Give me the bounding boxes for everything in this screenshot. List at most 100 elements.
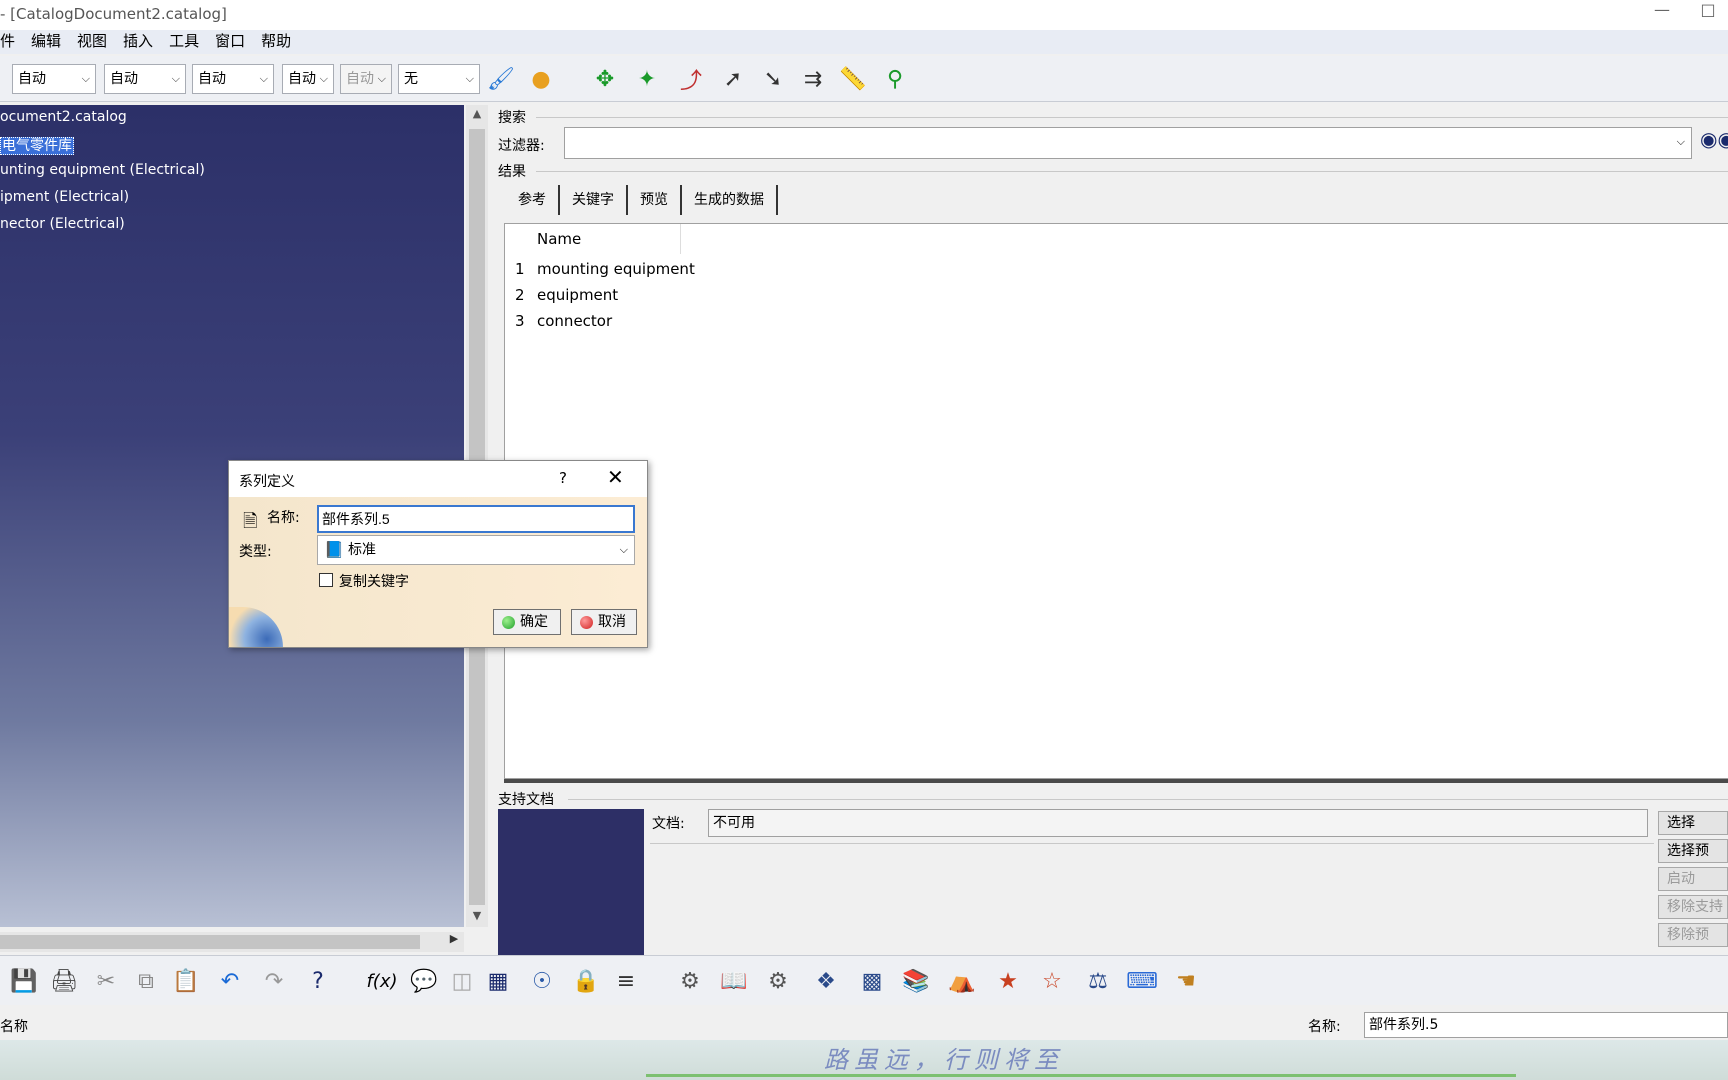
column-header-name[interactable]: Name xyxy=(527,224,681,254)
menu-insert[interactable]: 插入 xyxy=(115,30,161,54)
catalog-icon[interactable]: 📖 xyxy=(716,964,752,998)
row-number: 2 xyxy=(515,286,525,304)
paint-brush-icon[interactable]: 🖌 xyxy=(484,62,518,96)
scroll-up-icon[interactable]: ▲ xyxy=(466,107,488,127)
point-icon[interactable]: ➚ xyxy=(716,62,750,96)
redo-icon[interactable]: ↷ xyxy=(256,964,292,998)
status-name-label: 名称: xyxy=(1308,1019,1341,1035)
pan-icon[interactable]: ✥ xyxy=(588,62,622,96)
transparency-select[interactable]: 自动 ⌵ xyxy=(104,64,186,94)
distance-icon[interactable]: ⇉ xyxy=(796,62,830,96)
row-number: 1 xyxy=(515,260,525,278)
tab-reference[interactable]: 参考 xyxy=(506,185,560,215)
tree-item-electrical-library[interactable]: 电气零件库 xyxy=(0,135,74,155)
scroll-thumb[interactable] xyxy=(0,935,420,949)
whats-this-icon[interactable]: ? xyxy=(300,964,336,998)
tree-item-mounting-equipment[interactable]: unting equipment (Electrical) xyxy=(0,162,205,178)
measure-item-icon[interactable]: ⚲ xyxy=(878,62,912,96)
undo-icon[interactable]: ↶ xyxy=(212,964,248,998)
tree-icon[interactable]: ☉ xyxy=(524,964,560,998)
color-select-value: 自动 xyxy=(18,71,46,87)
measure-icon[interactable]: 📏 xyxy=(836,62,870,96)
tab-preview[interactable]: 预览 xyxy=(628,185,682,215)
cancel-button[interactable]: 取消 xyxy=(571,609,637,635)
minimize-button[interactable]: — xyxy=(1642,0,1682,30)
save-icon[interactable]: 💾 xyxy=(6,964,42,998)
part-icon[interactable]: ⛺ xyxy=(944,964,980,998)
catalog-browser-panel: 搜索 过滤器: ⌵ ◉◉ 结果 参考 关键字 预览 生成的数据 Name 1 m… xyxy=(494,105,1728,955)
settings-icon[interactable]: ⚙ xyxy=(760,964,796,998)
design-table-icon[interactable]: ◫ xyxy=(444,964,480,998)
select-preview-button[interactable]: 选择预 xyxy=(1658,839,1728,863)
close-button[interactable]: ✕ xyxy=(607,465,624,489)
chevron-down-icon: ⌵ xyxy=(377,72,386,85)
help-button[interactable]: ? xyxy=(559,469,567,487)
lock-icon[interactable]: 🔒 xyxy=(568,964,604,998)
knowledge-icon[interactable]: 💬 xyxy=(406,964,442,998)
line-icon[interactable]: ➘ xyxy=(756,62,790,96)
book-icon: 📘 xyxy=(324,540,344,559)
cut-icon[interactable]: ✂ xyxy=(88,964,124,998)
ok-button[interactable]: 确定 xyxy=(493,609,561,635)
menu-tools[interactable]: 工具 xyxy=(161,30,207,54)
feature-icon[interactable]: ≡ xyxy=(608,964,644,998)
results-group-label: 结果 xyxy=(498,164,526,180)
pointer-icon[interactable]: ☚ xyxy=(1168,964,1204,998)
chevron-down-icon[interactable]: ⌵ xyxy=(620,536,628,564)
line-thickness-select[interactable]: 自动 ⌵ xyxy=(192,64,274,94)
color-ball-icon[interactable]: ● xyxy=(524,62,558,96)
window-title: - [CatalogDocument2.catalog] xyxy=(0,5,227,23)
tree-item-label: unting equipment (Electrical) xyxy=(0,162,205,178)
scroll-down-icon[interactable]: ▼ xyxy=(466,909,488,929)
copy-keywords-label[interactable]: 复制关键字 xyxy=(339,571,409,591)
tab-generated-data[interactable]: 生成的数据 xyxy=(682,185,778,215)
family-icon[interactable]: ▩ xyxy=(854,964,890,998)
menu-view[interactable]: 视图 xyxy=(69,30,115,54)
print-icon[interactable]: 🖨 xyxy=(46,964,82,998)
document-preview xyxy=(498,809,644,955)
line-type-select[interactable]: 自动 ⌵ xyxy=(282,64,334,94)
maximize-button[interactable]: □ xyxy=(1688,0,1728,30)
type-select-value: 标准 xyxy=(348,542,376,558)
splitter[interactable] xyxy=(504,779,1728,783)
chevron-down-icon[interactable]: ⌵ xyxy=(1677,135,1685,149)
tree-horizontal-scrollbar[interactable]: ▶ xyxy=(0,932,464,952)
status-name-field[interactable]: 部件系列.5 xyxy=(1364,1012,1728,1038)
tree-item-connector[interactable]: nector (Electrical) xyxy=(0,216,125,232)
menu-edit[interactable]: 编辑 xyxy=(23,30,69,54)
tab-keywords[interactable]: 关键字 xyxy=(560,185,628,215)
name-input[interactable] xyxy=(317,505,635,533)
filter-input[interactable]: ⌵ xyxy=(564,127,1692,159)
menu-file[interactable]: 件 xyxy=(0,30,23,54)
copy-keywords-checkbox[interactable] xyxy=(319,573,333,587)
wallpaper-line xyxy=(646,1074,1516,1077)
chapter-icon[interactable]: 📚 xyxy=(898,964,934,998)
generate-icon[interactable]: ⚖ xyxy=(1080,964,1116,998)
component-icon[interactable]: ❖ xyxy=(808,964,844,998)
tree-item-equipment[interactable]: ipment (Electrical) xyxy=(0,189,129,205)
paste-icon[interactable]: 📋 xyxy=(168,964,204,998)
gear-icon[interactable]: ⚙ xyxy=(672,964,708,998)
menu-bar: 件 编辑 视图 插入 工具 窗口 帮助 xyxy=(0,30,1728,54)
copy-icon[interactable]: ⧉ xyxy=(128,964,164,998)
keyword-icon[interactable]: ⌨ xyxy=(1124,964,1160,998)
menu-window[interactable]: 窗口 xyxy=(207,30,253,54)
query-icon[interactable]: ☆ xyxy=(1034,964,1070,998)
table-icon[interactable]: ▦ xyxy=(480,964,516,998)
layer-select[interactable]: 无 ⌵ xyxy=(398,64,480,94)
type-select[interactable]: 📘 标准 ⌵ xyxy=(317,535,635,565)
resolved-icon[interactable]: ★ xyxy=(990,964,1026,998)
tree-item-label: nector (Electrical) xyxy=(0,216,125,232)
scroll-right-icon[interactable]: ▶ xyxy=(444,932,464,952)
menu-help[interactable]: 帮助 xyxy=(253,30,299,54)
select-button[interactable]: 选择 xyxy=(1658,811,1728,835)
document-field: 不可用 xyxy=(708,809,1648,837)
snap-point-icon[interactable]: ⤴ xyxy=(674,62,708,96)
tree-item-catalog-root[interactable]: ocument2.catalog xyxy=(0,109,127,125)
binoculars-icon[interactable]: ◉◉ xyxy=(1700,127,1728,159)
divider xyxy=(568,799,1728,800)
formula-icon[interactable]: f(x) xyxy=(364,964,400,998)
color-select[interactable]: 自动 ⌵ xyxy=(12,64,96,94)
rotate-icon[interactable]: ✦ xyxy=(630,62,664,96)
transparency-select-value: 自动 xyxy=(110,71,138,87)
